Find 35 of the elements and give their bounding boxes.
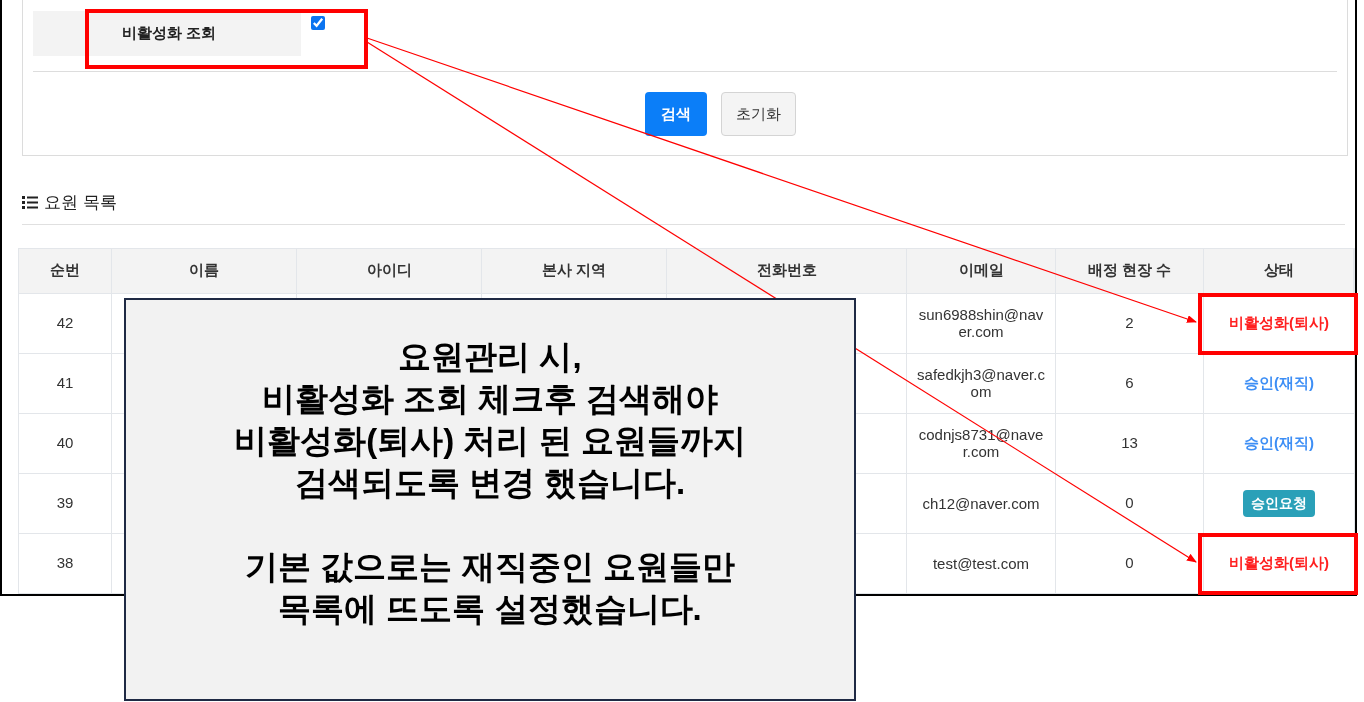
search-button[interactable]: 검색 bbox=[644, 92, 707, 136]
list-icon bbox=[22, 196, 38, 210]
section-title: 요원 목록 bbox=[44, 192, 117, 214]
column-header: 배정 현장 수 bbox=[1056, 248, 1204, 293]
reset-button[interactable]: 초기화 bbox=[720, 92, 796, 136]
email-text: ch12@naver.com bbox=[922, 494, 1040, 512]
site-count: 0 bbox=[1125, 552, 1134, 573]
table-cell: 42 bbox=[19, 293, 112, 353]
callout-text: 요원관리 시, 비활성화 조회 체크후 검색해야 비활성화(퇴사) 처리 된 요원들까지 검색되도록 변경 했습니다. bbox=[234, 337, 746, 503]
column-header: 아이디 bbox=[297, 248, 482, 293]
status-text: 비활성화(퇴사) bbox=[1229, 552, 1329, 573]
column-header: 전화번호 bbox=[667, 248, 907, 293]
column-header: 이메일 bbox=[907, 248, 1056, 293]
site-count: 6 bbox=[1125, 372, 1134, 393]
status-badge: 승인요청 bbox=[1243, 489, 1315, 517]
column-header: 이름 bbox=[112, 248, 297, 293]
email-text: sun6988shin@naver.com bbox=[917, 306, 1045, 340]
table-cell: 41 bbox=[19, 353, 112, 413]
column-header: 본사 지역 bbox=[482, 248, 667, 293]
column-header: 순번 bbox=[19, 248, 112, 293]
table-cell: 38 bbox=[19, 533, 112, 593]
status-text: 승인(재직) bbox=[1244, 432, 1314, 453]
checkbox[interactable] bbox=[311, 15, 325, 30]
column-header: 상태 bbox=[1204, 248, 1354, 293]
email-text: safedkjh3@naver.com bbox=[916, 366, 1046, 400]
status-text: 비활성화(퇴사) bbox=[1229, 312, 1329, 333]
status-text: 승인(재직) bbox=[1244, 372, 1314, 393]
table-cell: 39 bbox=[19, 473, 112, 533]
site-count: 13 bbox=[1121, 432, 1138, 453]
callout-text: 기본 값으로는 재직중인 요원들만 목록에 뜨도록 설정했습니다. bbox=[245, 547, 735, 629]
site-count: 0 bbox=[1125, 492, 1134, 513]
filter-label: 비활성화 조회 bbox=[33, 11, 301, 56]
table-cell: 40 bbox=[19, 413, 112, 473]
email-text: test@test.com bbox=[932, 554, 1030, 572]
site-count: 2 bbox=[1125, 312, 1134, 333]
